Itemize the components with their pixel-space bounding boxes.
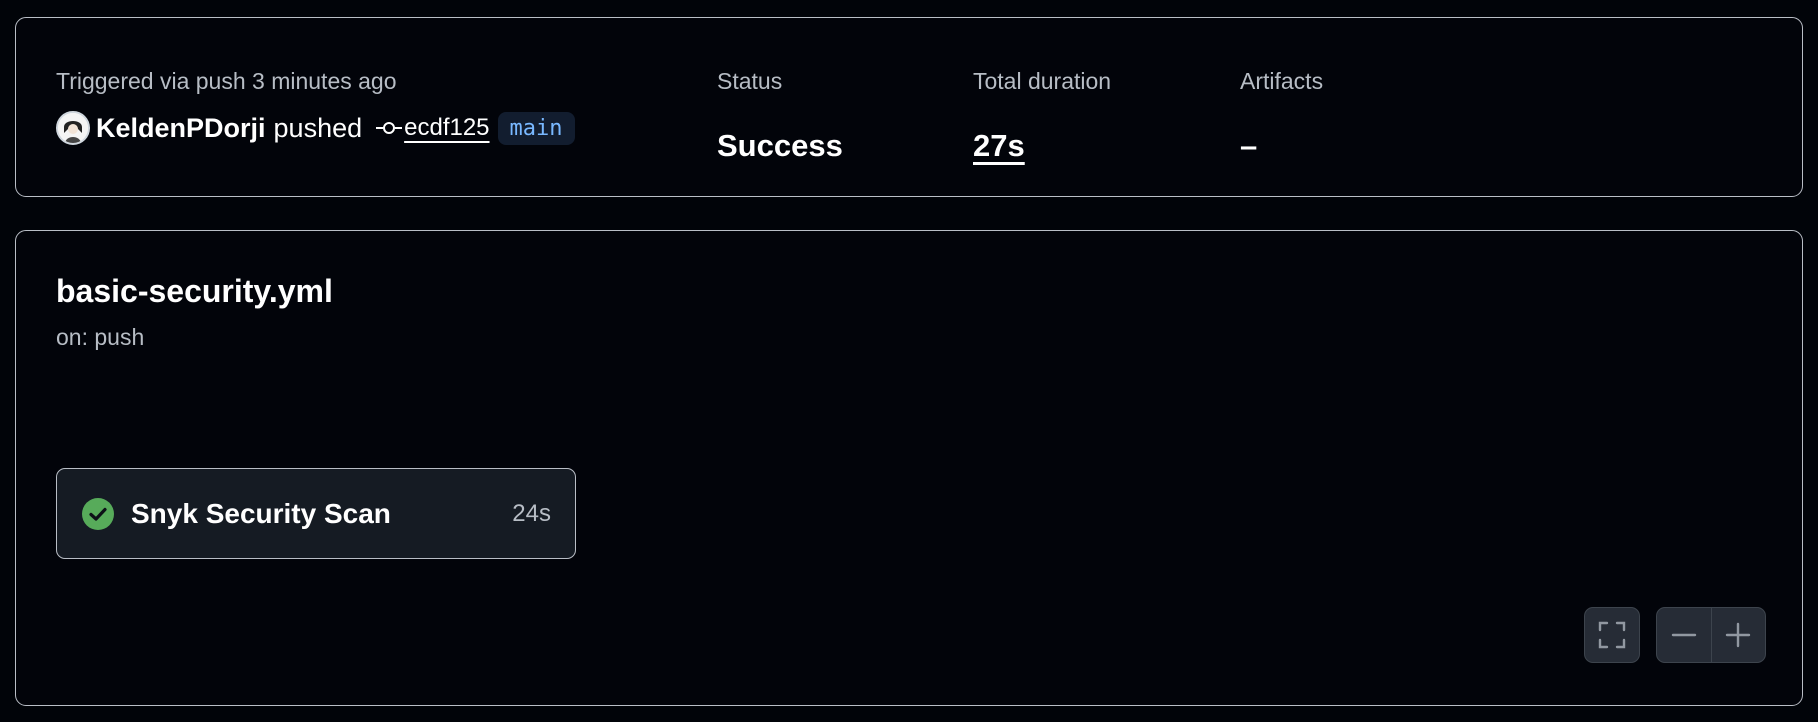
plus-icon [1726, 622, 1751, 648]
artifacts-label: Artifacts [1240, 68, 1324, 94]
trigger-details: KeldenPDorji pushed ecdf125 main [56, 108, 575, 148]
actor-link[interactable]: KeldenPDorji [96, 113, 266, 144]
job-duration: 24s [512, 499, 551, 527]
job-card[interactable]: Snyk Security Scan 24s [56, 468, 576, 559]
duration-link[interactable]: 27s [973, 126, 1025, 166]
workflow-trigger: on: push [56, 324, 145, 350]
status-value: Success [717, 128, 843, 163]
job-name: Snyk Security Scan [131, 497, 391, 529]
minus-icon [1671, 633, 1696, 637]
zoom-out-button[interactable] [1657, 608, 1711, 662]
status-info: Status Success [717, 66, 843, 163]
trigger-label: Triggered via push 3 minutes ago [56, 68, 397, 94]
workflow-graph-card: basic-security.yml on: push Snyk Securit… [15, 230, 1803, 706]
commit-icon [376, 120, 403, 136]
check-circle-icon [82, 497, 114, 530]
commit-sha-link[interactable]: ecdf125 [404, 114, 489, 142]
fullscreen-button[interactable] [1584, 607, 1640, 663]
trigger-info: Triggered via push 3 minutes ago KeldenP… [56, 66, 575, 145]
duration-info: Total duration 27s [973, 66, 1112, 163]
branch-badge[interactable]: main [497, 111, 575, 145]
artifacts-info: Artifacts – [1240, 66, 1324, 163]
fullscreen-icon [1585, 608, 1639, 662]
status-label: Status [717, 68, 783, 94]
zoom-in-button[interactable] [1710, 608, 1766, 662]
artifacts-value: – [1240, 128, 1258, 163]
duration-label: Total duration [973, 68, 1112, 94]
run-summary-card: Triggered via push 3 minutes ago KeldenP… [15, 17, 1803, 197]
avatar[interactable] [56, 111, 90, 145]
workflow-file-name: basic-security.yml [56, 273, 333, 309]
zoom-controls [1656, 607, 1766, 663]
action-text: pushed [273, 112, 363, 143]
